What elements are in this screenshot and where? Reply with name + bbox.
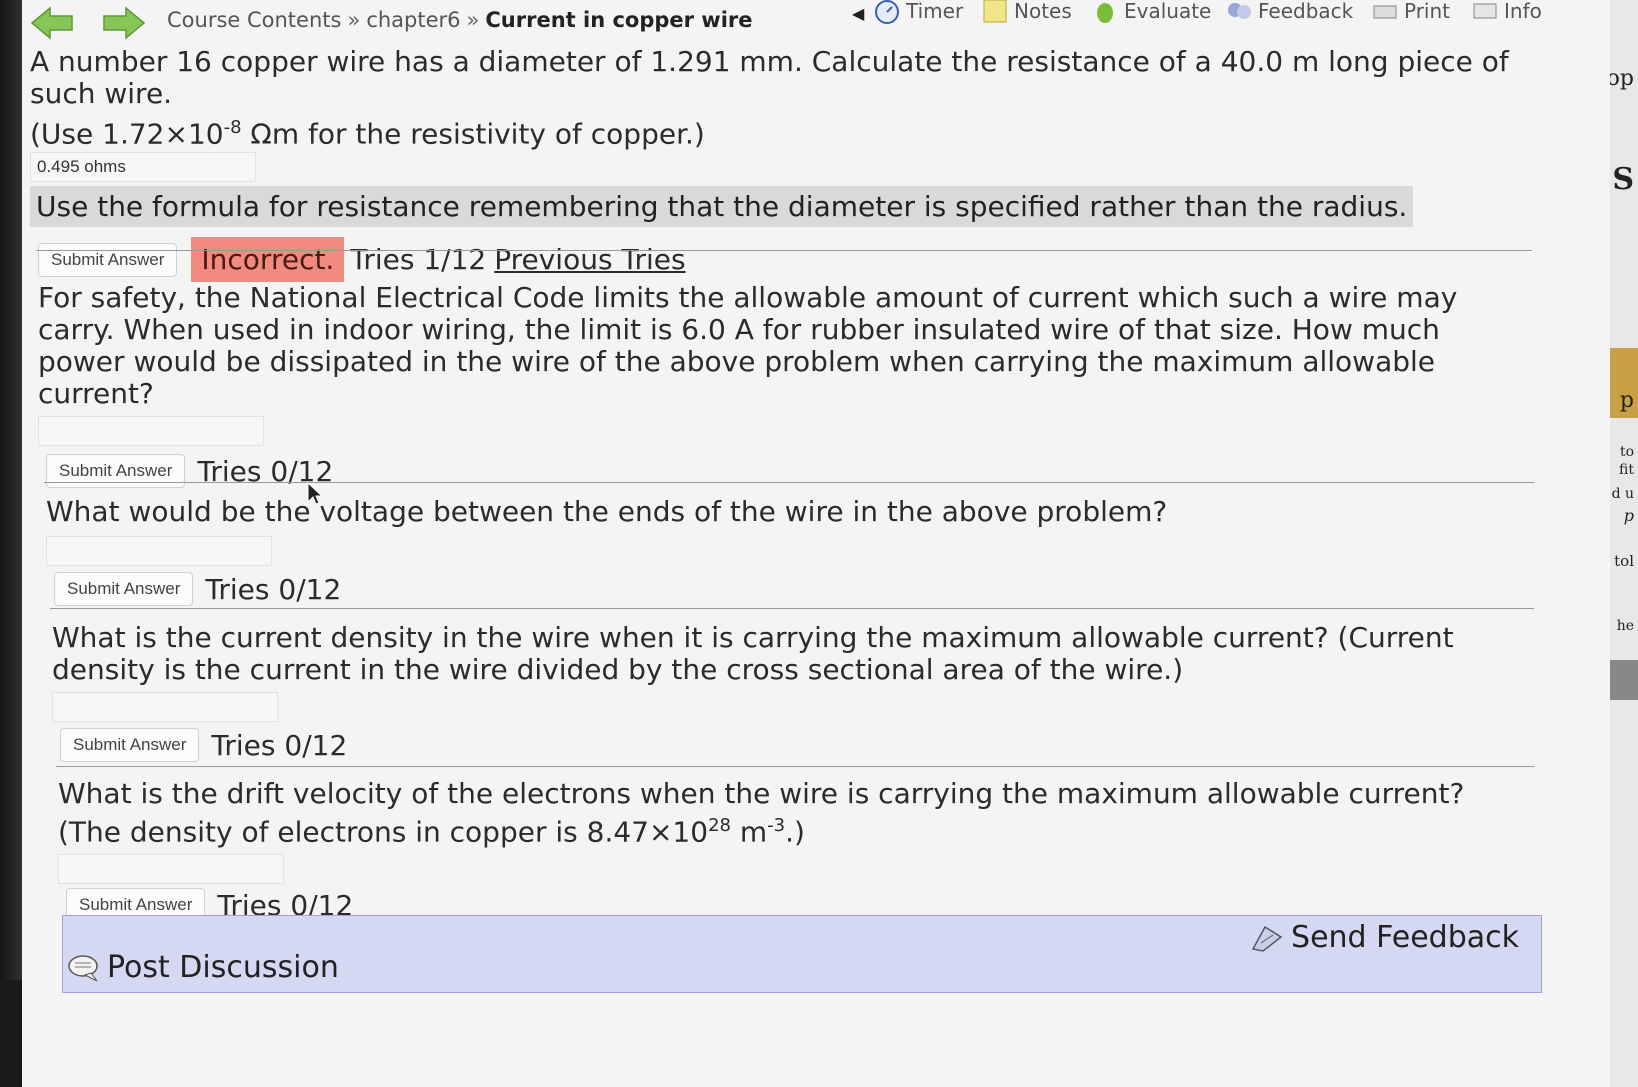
evaluate-icon xyxy=(1097,3,1113,23)
resistivity-note: (Use 1.72×10-8 Ωm for the resistivity of… xyxy=(30,112,1530,150)
lon-capa-page: Course Contents» chapter6» Current in copp… xyxy=(22,0,1622,1087)
side-fragment: S xyxy=(1612,162,1634,197)
info-button[interactable]: Info xyxy=(1472,0,1542,24)
side-fragment: tol xyxy=(1614,552,1634,570)
breadcrumb-chapter6[interactable]: chapter6 xyxy=(366,8,460,32)
background-window-edge: op S p to fit d u p tol he xyxy=(1610,0,1638,1087)
electron-density-unit: m xyxy=(730,815,768,849)
electron-density-prefix: (The density of electrons in copper is 8… xyxy=(58,815,709,849)
feedback-label: Feedback xyxy=(1258,0,1354,23)
answer-input-2[interactable] xyxy=(38,416,264,446)
send-feedback-icon xyxy=(1251,925,1283,952)
print-button[interactable]: Print xyxy=(1372,0,1450,24)
hint-box: Use the formula for resistance rememberi… xyxy=(30,186,1414,228)
breadcrumb-current: Current in copper wire xyxy=(485,8,753,32)
send-feedback-label: Send Feedback xyxy=(1291,920,1519,955)
side-fragment: he xyxy=(1616,618,1634,634)
answer-input-5[interactable] xyxy=(58,854,284,885)
side-grey-bar xyxy=(1610,660,1638,700)
info-icon xyxy=(1473,3,1497,19)
answer-input-4[interactable] xyxy=(52,692,278,722)
electron-density-note: (The density of electrons in copper is 8… xyxy=(58,810,1518,848)
question-1-text: A number 16 copper wire has a diameter o… xyxy=(30,45,1509,110)
timer-icon xyxy=(875,0,899,24)
answer-input-3[interactable] xyxy=(46,536,272,566)
side-fragment: p xyxy=(1619,388,1634,413)
discussion-bubble-icon xyxy=(68,954,98,981)
question-4-status-row: Submit Answer Tries 0/12 xyxy=(52,728,1512,762)
divider-1 xyxy=(36,250,1532,251)
divider-3 xyxy=(50,608,1534,609)
question-1: A number 16 copper wire has a diameter o… xyxy=(30,45,1530,283)
print-icon xyxy=(1373,5,1397,19)
side-fragment: p xyxy=(1623,506,1634,525)
question-4-text: What is the current density in the wire … xyxy=(52,621,1454,686)
feedback-icon xyxy=(1228,3,1251,19)
answer-input-1[interactable] xyxy=(30,152,256,183)
top-nav: Course Contents» chapter6» Current in copp… xyxy=(22,0,1622,44)
collapse-caret-icon[interactable]: ◀ xyxy=(852,4,864,23)
question-2: For safety, the National Electrical Code… xyxy=(38,282,1508,488)
divider-2 xyxy=(44,482,1534,483)
tries-counter-1: Tries 1/12 xyxy=(350,243,487,277)
notes-label: Notes xyxy=(1014,0,1072,23)
timer-button[interactable]: Timer xyxy=(874,0,963,24)
electron-density-suffix: .) xyxy=(785,815,805,849)
post-discussion-label: Post Discussion xyxy=(107,950,339,985)
question-3-text: What would be the voltage between the en… xyxy=(46,495,1168,528)
resistivity-prefix: (Use 1.72×10 xyxy=(30,117,224,151)
mouse-pointer-icon xyxy=(307,482,323,505)
forward-arrow-icon xyxy=(103,6,146,40)
previous-tries-link[interactable]: Previous Tries xyxy=(494,243,685,276)
tries-counter-3: Tries 0/12 xyxy=(205,572,342,606)
notes-button[interactable]: Notes xyxy=(982,0,1072,24)
question-5: What is the drift velocity of the electr… xyxy=(58,777,1518,923)
side-fragment: d u xyxy=(1611,486,1634,502)
electron-density-unit-exponent: -3 xyxy=(767,815,786,836)
side-fragment: op xyxy=(1610,66,1634,91)
back-arrow-icon xyxy=(30,6,73,40)
notes-icon xyxy=(983,0,1007,23)
submit-answer-button-4[interactable]: Submit Answer xyxy=(60,728,200,762)
question-3: What would be the voltage between the en… xyxy=(46,496,1516,606)
breadcrumb-separator: » xyxy=(466,8,480,32)
question-1-status-row: Submit Answer Incorrect. Tries 1/12 Prev… xyxy=(30,237,1530,283)
breadcrumb-separator: » xyxy=(347,8,361,32)
evaluate-label: Evaluate xyxy=(1124,0,1212,23)
incorrect-badge: Incorrect. xyxy=(191,237,345,283)
feedback-button[interactable]: Feedback xyxy=(1226,0,1353,24)
electron-density-exponent: 28 xyxy=(708,815,731,836)
question-5-text: What is the drift velocity of the electr… xyxy=(58,777,1465,810)
breadcrumb: Course Contents» chapter6» Current in copp… xyxy=(167,8,753,32)
tries-counter-4: Tries 0/12 xyxy=(211,728,348,762)
question-4: What is the current density in the wire … xyxy=(52,622,1512,762)
discussion-feedback-bar: Post Discussion Send Feedback xyxy=(62,915,1542,993)
resistivity-exponent: -8 xyxy=(223,117,242,138)
submit-answer-button-3[interactable]: Submit Answer xyxy=(54,572,194,606)
resistivity-suffix: Ωm for the resistivity of copper.) xyxy=(241,117,705,151)
forward-arrow-button[interactable] xyxy=(102,6,146,40)
evaluate-button[interactable]: Evaluate xyxy=(1092,0,1211,24)
question-3-status-row: Submit Answer Tries 0/12 xyxy=(46,572,1516,606)
question-2-text: For safety, the National Electrical Code… xyxy=(38,281,1458,410)
info-label: Info xyxy=(1504,0,1542,23)
timer-label: Timer xyxy=(906,0,964,23)
side-fragment: to xyxy=(1619,444,1634,460)
breadcrumb-course-contents[interactable]: Course Contents xyxy=(167,8,341,32)
send-feedback-link[interactable]: Send Feedback xyxy=(1251,920,1519,955)
back-arrow-button[interactable] xyxy=(30,6,74,40)
submit-answer-button-1[interactable]: Submit Answer xyxy=(38,242,178,277)
divider-4 xyxy=(56,766,1534,767)
side-fragment: fit xyxy=(1619,462,1634,478)
post-discussion-link[interactable]: Post Discussion xyxy=(67,950,339,985)
print-label: Print xyxy=(1404,0,1451,23)
